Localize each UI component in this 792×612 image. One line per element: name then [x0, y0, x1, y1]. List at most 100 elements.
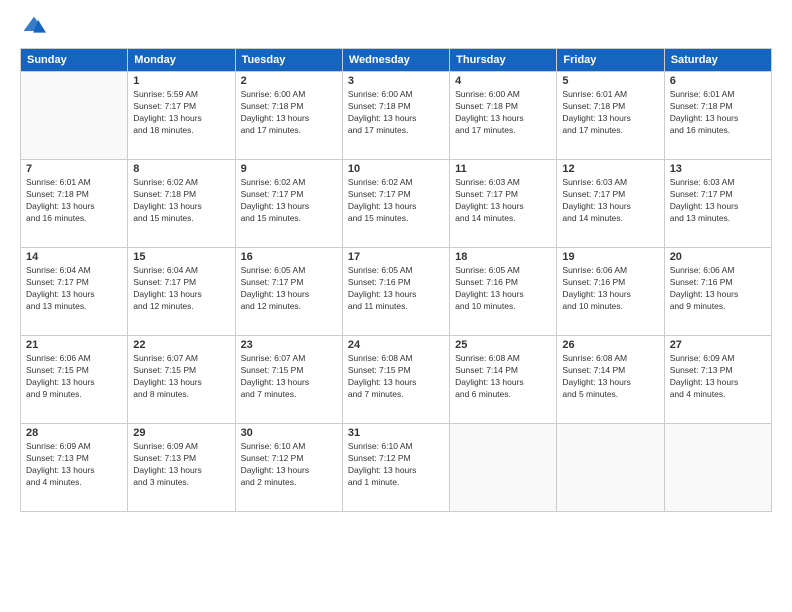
logo-icon	[22, 15, 46, 35]
day-info: Sunrise: 6:09 AM Sunset: 7:13 PM Dayligh…	[670, 353, 766, 401]
day-number: 25	[455, 339, 551, 351]
weekday-header: Thursday	[450, 49, 557, 72]
day-info: Sunrise: 6:08 AM Sunset: 7:14 PM Dayligh…	[455, 353, 551, 401]
day-number: 14	[26, 251, 122, 263]
day-info: Sunrise: 6:08 AM Sunset: 7:14 PM Dayligh…	[562, 353, 658, 401]
day-number: 19	[562, 251, 658, 263]
day-info: Sunrise: 6:02 AM Sunset: 7:17 PM Dayligh…	[241, 177, 337, 225]
calendar-cell: 12 Sunrise: 6:03 AM Sunset: 7:17 PM Dayli…	[557, 160, 664, 248]
logo	[20, 15, 50, 40]
calendar-cell: 14 Sunrise: 6:04 AM Sunset: 7:17 PM Dayli…	[21, 248, 128, 336]
day-number: 11	[455, 163, 551, 175]
calendar-cell: 6 Sunrise: 6:01 AM Sunset: 7:18 PM Daylig…	[664, 72, 771, 160]
day-number: 9	[241, 163, 337, 175]
day-number: 5	[562, 75, 658, 87]
calendar-cell: 24Sunrise: 6:08 AM Sunset: 7:15 PM Dayli…	[342, 336, 449, 424]
calendar-cell: 13 Sunrise: 6:03 AM Sunset: 7:17 PM Dayli…	[664, 160, 771, 248]
calendar-cell	[450, 424, 557, 512]
day-number: 12	[562, 163, 658, 175]
day-info: Sunrise: 6:06 AM Sunset: 7:15 PM Dayligh…	[26, 353, 122, 401]
calendar-cell: 10 Sunrise: 6:02 AM Sunset: 7:17 PM Dayli…	[342, 160, 449, 248]
day-number: 27	[670, 339, 766, 351]
day-info: Sunrise: 6:04 AM Sunset: 7:17 PM Dayligh…	[26, 265, 122, 313]
calendar-cell: 4 Sunrise: 6:00 AM Sunset: 7:18 PM Daylig…	[450, 72, 557, 160]
calendar-cell: 11 Sunrise: 6:03 AM Sunset: 7:17 PM Dayli…	[450, 160, 557, 248]
day-number: 22	[133, 339, 229, 351]
calendar-cell: 21 Sunrise: 6:06 AM Sunset: 7:15 PM Dayli…	[21, 336, 128, 424]
calendar-header: SundayMondayTuesdayWednesdayThursdayFrid…	[21, 49, 772, 72]
day-number: 4	[455, 75, 551, 87]
day-number: 20	[670, 251, 766, 263]
calendar-cell: 19 Sunrise: 6:06 AM Sunset: 7:16 PM Dayli…	[557, 248, 664, 336]
calendar-cell: 22 Sunrise: 6:07 AM Sunset: 7:15 PM Dayli…	[128, 336, 235, 424]
day-info: Sunrise: 6:02 AM Sunset: 7:18 PM Dayligh…	[133, 177, 229, 225]
weekday-header: Friday	[557, 49, 664, 72]
page: SundayMondayTuesdayWednesdayThursdayFrid…	[0, 0, 792, 612]
calendar-cell: 27 Sunrise: 6:09 AM Sunset: 7:13 PM Dayli…	[664, 336, 771, 424]
day-number: 18	[455, 251, 551, 263]
day-number: 13	[670, 163, 766, 175]
day-number: 17	[348, 251, 444, 263]
day-info: Sunrise: 6:02 AM Sunset: 7:17 PM Dayligh…	[348, 177, 444, 225]
calendar-cell: 25 Sunrise: 6:08 AM Sunset: 7:14 PM Dayli…	[450, 336, 557, 424]
calendar-cell: 18 Sunrise: 6:05 AM Sunset: 7:16 PM Dayli…	[450, 248, 557, 336]
day-info: Sunrise: 6:06 AM Sunset: 7:16 PM Dayligh…	[562, 265, 658, 313]
day-number: 23	[241, 339, 337, 351]
calendar-cell: 16 Sunrise: 6:05 AM Sunset: 7:17 PM Dayli…	[235, 248, 342, 336]
day-info: Sunrise: 6:09 AM Sunset: 7:13 PM Dayligh…	[26, 441, 122, 489]
day-info: Sunrise: 6:05 AM Sunset: 7:17 PM Dayligh…	[241, 265, 337, 313]
day-number: 6	[670, 75, 766, 87]
day-info: Sunrise: 6:05 AM Sunset: 7:16 PM Dayligh…	[455, 265, 551, 313]
calendar-cell: 5 Sunrise: 6:01 AM Sunset: 7:18 PM Daylig…	[557, 72, 664, 160]
calendar-cell: 20 Sunrise: 6:06 AM Sunset: 7:16 PM Dayli…	[664, 248, 771, 336]
day-number: 10	[348, 163, 444, 175]
day-info: Sunrise: 6:00 AM Sunset: 7:18 PM Dayligh…	[241, 89, 337, 137]
day-info: Sunrise: 6:00 AM Sunset: 7:18 PM Dayligh…	[348, 89, 444, 137]
day-info: Sunrise: 6:10 AM Sunset: 7:12 PM Dayligh…	[348, 441, 444, 489]
day-info: Sunrise: 6:04 AM Sunset: 7:17 PM Dayligh…	[133, 265, 229, 313]
day-number: 31	[348, 427, 444, 439]
calendar-cell: 2 Sunrise: 6:00 AM Sunset: 7:18 PM Daylig…	[235, 72, 342, 160]
calendar-cell: 8 Sunrise: 6:02 AM Sunset: 7:18 PM Daylig…	[128, 160, 235, 248]
calendar-table: SundayMondayTuesdayWednesdayThursdayFrid…	[20, 48, 772, 512]
header	[20, 15, 772, 40]
calendar-cell: 29Sunrise: 6:09 AM Sunset: 7:13 PM Dayli…	[128, 424, 235, 512]
calendar-cell: 1 Sunrise: 5:59 AM Sunset: 7:17 PM Daylig…	[128, 72, 235, 160]
day-number: 21	[26, 339, 122, 351]
day-info: Sunrise: 6:00 AM Sunset: 7:18 PM Dayligh…	[455, 89, 551, 137]
day-number: 16	[241, 251, 337, 263]
weekday-header: Tuesday	[235, 49, 342, 72]
calendar-cell: 3 Sunrise: 6:00 AM Sunset: 7:18 PM Daylig…	[342, 72, 449, 160]
day-info: Sunrise: 6:10 AM Sunset: 7:12 PM Dayligh…	[241, 441, 337, 489]
day-info: Sunrise: 6:07 AM Sunset: 7:15 PM Dayligh…	[133, 353, 229, 401]
calendar-cell: 9 Sunrise: 6:02 AM Sunset: 7:17 PM Daylig…	[235, 160, 342, 248]
calendar-cell: 26 Sunrise: 6:08 AM Sunset: 7:14 PM Dayli…	[557, 336, 664, 424]
day-info: Sunrise: 6:01 AM Sunset: 7:18 PM Dayligh…	[26, 177, 122, 225]
weekday-header: Saturday	[664, 49, 771, 72]
calendar-cell: 30 Sunrise: 6:10 AM Sunset: 7:12 PM Dayli…	[235, 424, 342, 512]
day-info: Sunrise: 6:03 AM Sunset: 7:17 PM Dayligh…	[670, 177, 766, 225]
day-info: Sunrise: 6:06 AM Sunset: 7:16 PM Dayligh…	[670, 265, 766, 313]
day-number: 7	[26, 163, 122, 175]
day-number: 26	[562, 339, 658, 351]
day-info: Sunrise: 6:03 AM Sunset: 7:17 PM Dayligh…	[562, 177, 658, 225]
calendar-cell: 15Sunrise: 6:04 AM Sunset: 7:17 PM Dayli…	[128, 248, 235, 336]
day-info: Sunrise: 6:01 AM Sunset: 7:18 PM Dayligh…	[562, 89, 658, 137]
calendar-cell	[557, 424, 664, 512]
day-info: Sunrise: 5:59 AM Sunset: 7:17 PM Dayligh…	[133, 89, 229, 137]
day-number: 8	[133, 163, 229, 175]
day-number: 1	[133, 75, 229, 87]
day-number: 30	[241, 427, 337, 439]
calendar-cell: 23 Sunrise: 6:07 AM Sunset: 7:15 PM Dayli…	[235, 336, 342, 424]
calendar-cell: 28Sunrise: 6:09 AM Sunset: 7:13 PM Dayli…	[21, 424, 128, 512]
calendar-cell: 31 Sunrise: 6:10 AM Sunset: 7:12 PM Dayli…	[342, 424, 449, 512]
weekday-header: Wednesday	[342, 49, 449, 72]
day-number: 29	[133, 427, 229, 439]
day-info: Sunrise: 6:01 AM Sunset: 7:18 PM Dayligh…	[670, 89, 766, 137]
day-number: 3	[348, 75, 444, 87]
calendar-cell: 17Sunrise: 6:05 AM Sunset: 7:16 PM Dayli…	[342, 248, 449, 336]
day-number: 2	[241, 75, 337, 87]
weekday-header: Monday	[128, 49, 235, 72]
day-info: Sunrise: 6:07 AM Sunset: 7:15 PM Dayligh…	[241, 353, 337, 401]
day-info: Sunrise: 6:03 AM Sunset: 7:17 PM Dayligh…	[455, 177, 551, 225]
